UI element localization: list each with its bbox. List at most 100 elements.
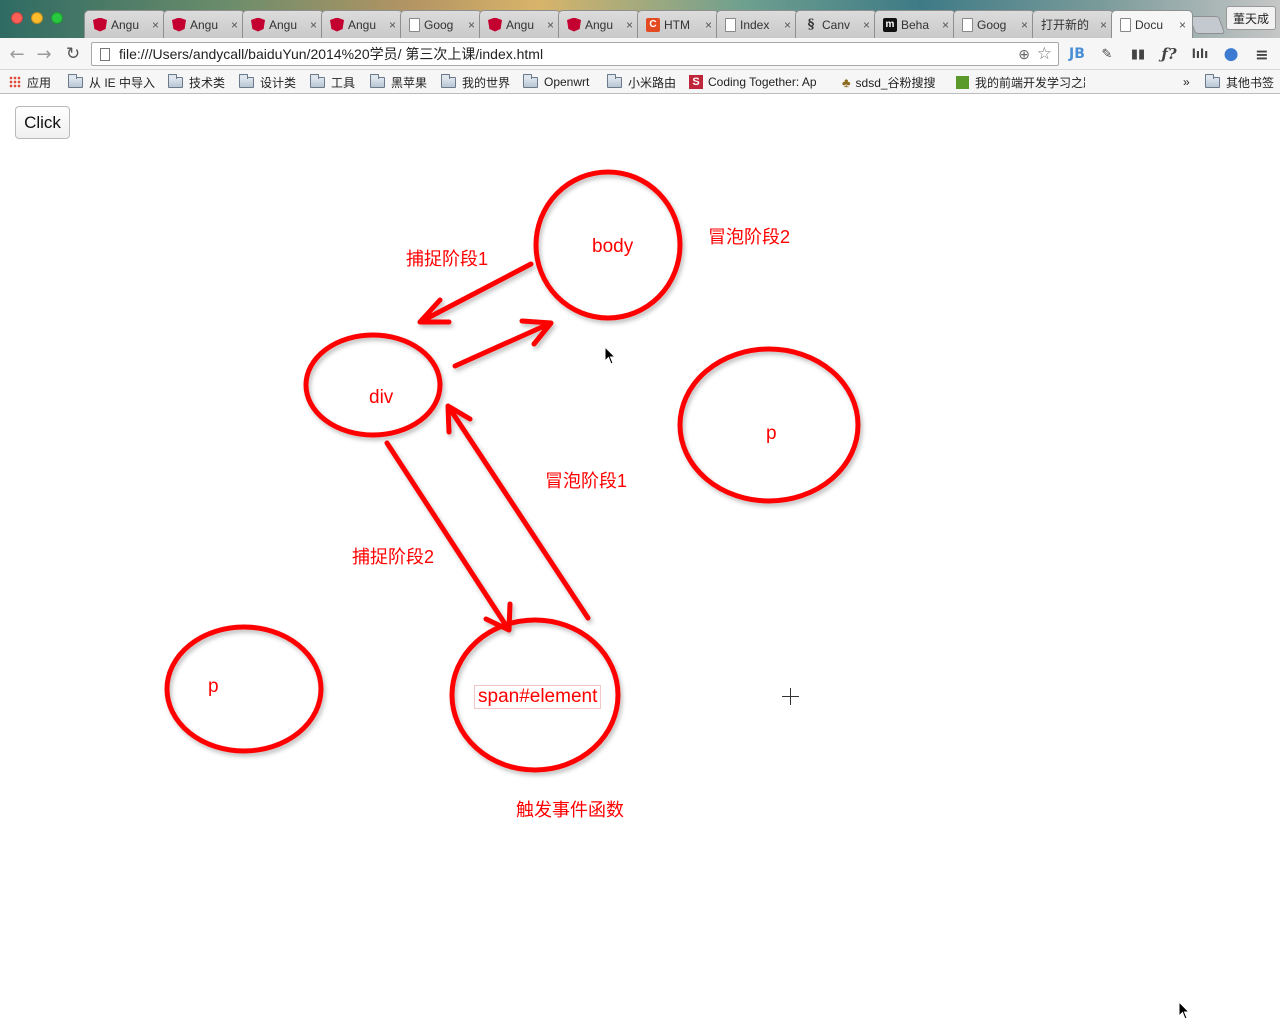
folder-icon — [370, 73, 385, 88]
tab-close-icon[interactable]: × — [863, 18, 870, 32]
document-icon — [725, 17, 736, 32]
bookmark-folder-tools[interactable]: 工具 — [310, 73, 356, 90]
bookmark-folder-ie[interactable]: 从 IE 中导入 — [68, 73, 156, 90]
bookmark-label: Openwrt — [544, 75, 590, 89]
bookmark-label: 从 IE 中导入 — [89, 75, 156, 90]
bookmark-label: Coding Together: Ap — [708, 75, 817, 89]
tab-close-icon[interactable]: × — [310, 18, 317, 32]
bookmark-sdsd[interactable]: ♣ sdsd_谷粉搜搜 — [842, 74, 936, 90]
tab-label: Canv — [822, 17, 851, 32]
close-window-button[interactable] — [11, 12, 23, 24]
folder-icon — [1205, 73, 1220, 88]
bookmark-folder-openwrt[interactable]: Openwrt — [523, 73, 590, 90]
stage-bubble-1-label: 冒泡阶段1 — [545, 471, 628, 491]
bookmark-label: 黑苹果 — [391, 75, 428, 90]
tab-label: Angu — [348, 17, 377, 32]
reload-icon[interactable]: ↻ — [62, 43, 84, 65]
arrow-cursor-icon — [1178, 1001, 1191, 1020]
font-extension-icon[interactable]: ƒ? — [1157, 44, 1181, 64]
bookmark-label: 我的前端开发学习之路 — [975, 75, 1085, 90]
tab-label: Angu — [506, 17, 535, 32]
tab-3[interactable]: Angu × — [242, 10, 324, 38]
tab-close-icon[interactable]: × — [231, 18, 238, 32]
stage-capture-2-label: 捕捉阶段2 — [352, 547, 435, 567]
tab-2[interactable]: Angu × — [163, 10, 245, 38]
tab-8[interactable]: C HTM × — [637, 10, 719, 38]
tab-13[interactable]: 打开新的 × — [1032, 10, 1114, 38]
bookmark-folder-tech[interactable]: 技术类 — [168, 73, 226, 90]
address-bar[interactable]: file:///Users/andycall/baiduYun/2014%20学… — [91, 42, 1059, 66]
tab-close-icon[interactable]: × — [389, 18, 396, 32]
angular-icon — [93, 17, 107, 32]
tab-label: Angu — [269, 17, 298, 32]
tab-close-icon[interactable]: × — [942, 18, 949, 32]
node-body-label: body — [592, 236, 634, 257]
bookmark-label: 技术类 — [189, 75, 226, 90]
bookmark-label: 工具 — [331, 75, 356, 90]
document-icon — [409, 17, 420, 32]
bookmark-label: 我的世界 — [462, 75, 511, 90]
trigger-handler-label: 触发事件函数 — [516, 800, 624, 820]
bookmark-label: 应用 — [27, 75, 52, 90]
tab-12[interactable]: Goog × — [953, 10, 1035, 38]
bookmark-folder-hackintosh[interactable]: 黑苹果 — [370, 73, 428, 90]
bookmark-apps[interactable]: 应用 — [9, 74, 51, 90]
bookmark-folder-minecraft[interactable]: 我的世界 — [441, 73, 511, 90]
tab-close-icon[interactable]: × — [152, 18, 159, 32]
minimize-window-button[interactable] — [31, 12, 43, 24]
apps-icon — [9, 76, 21, 88]
new-tab-button[interactable] — [1188, 16, 1226, 34]
zoom-icon[interactable]: ⊕ — [1018, 46, 1030, 63]
html-icon: C — [646, 17, 660, 32]
tab-10[interactable]: § Canv × — [795, 10, 877, 38]
tab-close-icon[interactable]: × — [626, 18, 633, 32]
bookmark-coding-together[interactable]: S Coding Together: Ap — [689, 74, 817, 90]
bookmark-star-icon[interactable]: ☆ — [1037, 44, 1052, 64]
evernote-extension-icon[interactable]: ✎ — [1097, 44, 1117, 64]
tab-close-icon[interactable]: × — [1100, 18, 1107, 32]
zoom-window-button[interactable] — [51, 12, 63, 24]
forward-arrow-icon[interactable]: → — [33, 43, 55, 65]
stage-bubble-2-label: 冒泡阶段2 — [708, 227, 791, 247]
back-arrow-icon[interactable]: ← — [6, 43, 28, 65]
bookmark-folder-other[interactable]: 其他书签 — [1205, 73, 1275, 90]
tab-close-icon[interactable]: × — [1021, 18, 1028, 32]
tab-11[interactable]: m Beha × — [874, 10, 956, 38]
node-p-right-label: p — [766, 423, 777, 444]
tab-close-icon[interactable]: × — [547, 18, 554, 32]
bookmark-label: 设计类 — [260, 75, 297, 90]
angular-icon — [172, 17, 186, 32]
menu-icon[interactable]: ≡ — [1252, 44, 1272, 64]
folder-icon — [68, 73, 83, 88]
node-p-left-circle — [164, 624, 324, 754]
bookmark-folder-xiaomi[interactable]: 小米路由 — [607, 73, 676, 90]
bookmark-frontend[interactable]: 我的前端开发学习之路 — [956, 74, 1085, 90]
reader-extension-icon[interactable]: ▮▮ — [1128, 44, 1148, 64]
tab-label: 打开新的 — [1041, 18, 1090, 32]
tab-9[interactable]: Index × — [716, 10, 798, 38]
bookmark-label: 其他书签 — [1226, 75, 1275, 90]
tab-label: Goog — [424, 17, 454, 32]
url-text: file:///Users/andycall/baiduYun/2014%20学… — [119, 46, 544, 62]
tab-close-icon[interactable]: × — [468, 18, 475, 32]
tab-1[interactable]: Angu × — [84, 10, 166, 38]
tab-close-icon[interactable]: × — [705, 18, 712, 32]
jetbrains-extension-icon[interactable]: JB — [1066, 44, 1088, 64]
browser-toolbar: ← → ↻ file:///Users/andycall/baiduYun/20… — [0, 38, 1280, 70]
profile-button[interactable]: 董天成 — [1226, 6, 1277, 30]
tab-5[interactable]: Goog × — [400, 10, 482, 38]
tab-close-icon[interactable]: × — [1179, 18, 1186, 32]
tab-14-active[interactable]: Docu × — [1111, 10, 1193, 38]
tab-close-icon[interactable]: × — [784, 18, 791, 32]
tab-6[interactable]: Angu × — [479, 10, 561, 38]
node-div-circle — [303, 332, 443, 438]
tab-4[interactable]: Angu × — [321, 10, 403, 38]
bookmark-folder-design[interactable]: 设计类 — [239, 73, 297, 90]
tab-7[interactable]: Angu × — [558, 10, 640, 38]
stats-extension-icon[interactable]: lılı — [1189, 44, 1211, 64]
tab-label: Docu — [1135, 18, 1164, 32]
globe-extension-icon[interactable]: ● — [1220, 44, 1242, 64]
s-icon: S — [689, 75, 703, 89]
bookmarks-overflow-chevron[interactable]: » — [1183, 74, 1190, 90]
angular-icon — [488, 17, 502, 32]
